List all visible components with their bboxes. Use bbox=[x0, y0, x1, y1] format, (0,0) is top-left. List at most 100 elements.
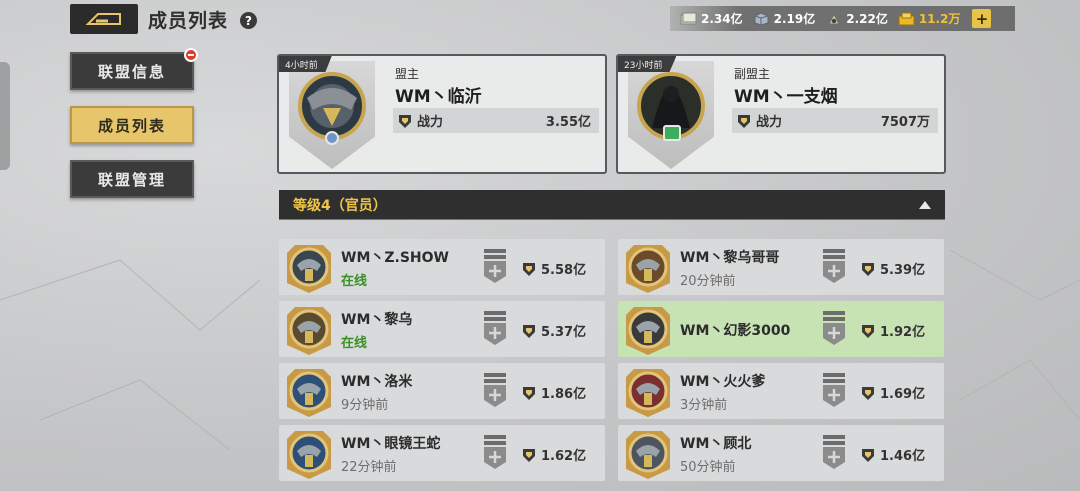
member-power: 1.69亿 bbox=[860, 383, 925, 402]
member-name: WM丶幻影3000 bbox=[680, 323, 791, 339]
oil-icon bbox=[828, 12, 841, 24]
member-status: 50分钟前 bbox=[680, 460, 736, 475]
power-label: 战力 bbox=[756, 115, 783, 130]
last-online-tag: 23小时前 bbox=[618, 56, 677, 72]
menu-member-list[interactable]: 成员列表 bbox=[70, 106, 194, 144]
rank-insignia-icon[interactable] bbox=[822, 248, 846, 284]
member-emblem-icon bbox=[626, 307, 670, 355]
member-power: 1.92亿 bbox=[860, 321, 925, 340]
member-emblem-icon bbox=[287, 245, 331, 293]
member-status: 3分钟前 bbox=[680, 398, 728, 413]
rank-insignia-icon[interactable] bbox=[822, 434, 846, 470]
role-label: 盟主 bbox=[395, 67, 420, 81]
leader-card[interactable]: 4小时前 盟主 WM丶临沂 战力 3.55亿 bbox=[277, 54, 607, 174]
member-row[interactable]: WM丶幻影3000 1.92亿 bbox=[618, 301, 944, 357]
member-name: WM丶眼镜王蛇 bbox=[341, 436, 441, 452]
power-label: 战力 bbox=[417, 115, 444, 130]
power-shield-icon bbox=[399, 114, 411, 128]
cash-icon bbox=[680, 12, 697, 24]
side-drawer-handle[interactable] bbox=[0, 62, 10, 170]
power-row: 战力 7507万 bbox=[732, 108, 938, 133]
power-shield-icon bbox=[523, 448, 535, 462]
power-shield-icon bbox=[862, 262, 874, 276]
resource-oil[interactable]: 2.22亿 bbox=[825, 10, 888, 27]
vice-leader-card[interactable]: 23小时前 副盟主 WM丶一支烟 战力 7507万 bbox=[616, 54, 946, 174]
member-power-value: 1.92亿 bbox=[880, 325, 926, 340]
member-row[interactable]: WM丶Z.SHOW 在线 5.58亿 bbox=[279, 239, 605, 295]
member-row[interactable]: WM丶眼镜王蛇 22分钟前 1.62亿 bbox=[279, 425, 605, 481]
rank-insignia-icon[interactable] bbox=[483, 248, 507, 284]
gold-icon bbox=[898, 12, 915, 25]
leader-name: WM丶一支烟 bbox=[734, 87, 838, 107]
add-gold-button[interactable]: + bbox=[972, 9, 992, 28]
menu-alliance-info-label: 联盟信息 bbox=[97, 62, 166, 81]
member-status: 22分钟前 bbox=[341, 460, 397, 475]
member-power: 5.37亿 bbox=[521, 321, 586, 340]
member-name: WM丶Z.SHOW bbox=[341, 250, 449, 266]
back-button[interactable] bbox=[70, 4, 138, 34]
help-icon[interactable]: ? bbox=[240, 12, 257, 29]
member-power-value: 5.58亿 bbox=[541, 263, 587, 278]
member-status: 20分钟前 bbox=[680, 274, 736, 289]
menu-alliance-manage-label: 联盟管理 bbox=[97, 170, 166, 189]
power-shield-icon bbox=[523, 324, 535, 338]
member-power-value: 1.86亿 bbox=[541, 387, 587, 402]
member-status: 9分钟前 bbox=[341, 398, 389, 413]
resource-steel[interactable]: 2.19亿 bbox=[753, 10, 815, 27]
power-row: 战力 3.55亿 bbox=[393, 108, 599, 133]
power-shield-icon bbox=[523, 262, 535, 276]
member-power: 1.62亿 bbox=[521, 445, 586, 464]
resource-cash[interactable]: 2.34亿 bbox=[680, 10, 743, 27]
rank-insignia-icon[interactable] bbox=[483, 310, 507, 346]
rank-insignia-icon[interactable] bbox=[822, 372, 846, 408]
member-emblem-icon bbox=[287, 307, 331, 355]
resource-gold[interactable]: 11.2万 bbox=[898, 10, 960, 27]
page-title: 成员列表 bbox=[148, 10, 229, 32]
notification-badge bbox=[184, 48, 198, 62]
leader-name: WM丶临沂 bbox=[395, 87, 482, 107]
member-power-value: 5.39亿 bbox=[880, 263, 926, 278]
resource-bar: 2.34亿 2.19亿 2.22亿 11.2万 + bbox=[670, 6, 1015, 31]
member-emblem-icon bbox=[626, 369, 670, 417]
member-power: 1.86亿 bbox=[521, 383, 586, 402]
rank-insignia-icon[interactable] bbox=[483, 372, 507, 408]
menu-member-list-label: 成员列表 bbox=[97, 116, 166, 135]
member-row[interactable]: WM丶黎乌 在线 5.37亿 bbox=[279, 301, 605, 357]
member-power: 5.58亿 bbox=[521, 259, 586, 278]
member-name: WM丶火火爹 bbox=[680, 374, 766, 390]
member-status: 在线 bbox=[341, 336, 368, 351]
top-bar: 成员列表 ? 2.34亿 2.19亿 2.22亿 11.2万 + bbox=[0, 0, 1080, 40]
member-power: 5.39亿 bbox=[860, 259, 925, 278]
member-power-value: 5.37亿 bbox=[541, 325, 587, 340]
power-shield-icon bbox=[862, 448, 874, 462]
vice-leader-emblem-icon bbox=[637, 72, 705, 141]
steel-icon bbox=[754, 11, 769, 26]
power-shield-icon bbox=[862, 324, 874, 338]
member-name: WM丶黎乌哥哥 bbox=[680, 250, 780, 266]
member-power: 1.46亿 bbox=[860, 445, 925, 464]
member-power-value: 1.62亿 bbox=[541, 449, 587, 464]
collapse-arrow-icon[interactable] bbox=[919, 201, 931, 209]
member-row[interactable]: WM丶顾北 50分钟前 1.46亿 bbox=[618, 425, 944, 481]
member-emblem-icon bbox=[287, 369, 331, 417]
member-status: 在线 bbox=[341, 274, 368, 289]
member-power-value: 1.46亿 bbox=[880, 449, 926, 464]
member-row[interactable]: WM丶黎乌哥哥 20分钟前 5.39亿 bbox=[618, 239, 944, 295]
member-name: WM丶顾北 bbox=[680, 436, 752, 452]
rank-insignia-icon[interactable] bbox=[822, 310, 846, 346]
member-emblem-icon bbox=[626, 431, 670, 479]
member-emblem-icon bbox=[626, 245, 670, 293]
member-emblem-icon bbox=[287, 431, 331, 479]
rank-section-header[interactable]: 等级4（官员） bbox=[279, 190, 945, 220]
power-shield-icon bbox=[738, 114, 750, 128]
role-label: 副盟主 bbox=[734, 67, 771, 81]
leader-emblem-icon bbox=[298, 72, 366, 145]
menu-alliance-info[interactable]: 联盟信息 bbox=[70, 48, 198, 90]
menu-alliance-manage[interactable]: 联盟管理 bbox=[70, 160, 194, 198]
rank-insignia-icon[interactable] bbox=[483, 434, 507, 470]
member-row[interactable]: WM丶火火爹 3分钟前 1.69亿 bbox=[618, 363, 944, 419]
member-power-value: 1.69亿 bbox=[880, 387, 926, 402]
section-title: 等级4（官员） bbox=[293, 197, 387, 214]
power-shield-icon bbox=[862, 386, 874, 400]
member-row[interactable]: WM丶洛米 9分钟前 1.86亿 bbox=[279, 363, 605, 419]
